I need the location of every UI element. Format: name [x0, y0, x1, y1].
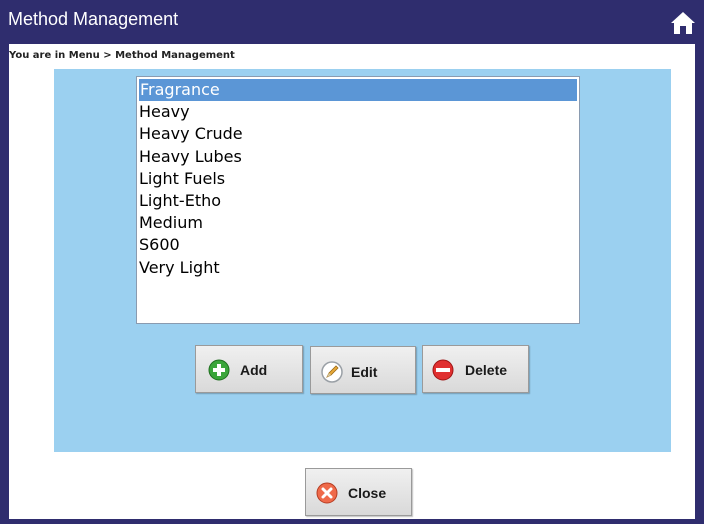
x-circle-icon	[316, 482, 338, 504]
list-item-fragrance[interactable]: Fragrance	[139, 79, 577, 102]
window-title: Method Management	[8, 9, 179, 29]
close-button-label: Close	[348, 485, 387, 501]
pencil-icon	[321, 361, 343, 383]
list-item-heavy[interactable]: Heavy	[137, 101, 579, 123]
add-button[interactable]: Add	[195, 345, 303, 393]
delete-button[interactable]: Delete	[422, 345, 529, 393]
home-icon	[671, 12, 695, 34]
list-item-heavy-lubes[interactable]: Heavy Lubes	[137, 146, 579, 168]
list-item-medium[interactable]: Medium	[137, 212, 579, 234]
close-button[interactable]: Close	[305, 468, 412, 516]
minus-circle-icon	[432, 359, 454, 381]
breadcrumb: You are in Menu > Method Management	[9, 50, 235, 61]
plus-circle-icon	[208, 359, 230, 381]
edit-button-label: Edit	[351, 364, 378, 380]
list-item-very-light[interactable]: Very Light	[137, 257, 579, 279]
list-item-heavy-crude[interactable]: Heavy Crude	[137, 123, 579, 145]
list-item-s600[interactable]: S600	[137, 234, 579, 256]
add-button-label: Add	[240, 362, 268, 378]
list-item-light-fuels[interactable]: Light Fuels	[137, 168, 579, 190]
title-bar: Method Management	[0, 0, 704, 44]
method-list[interactable]: Fragrance Heavy Heavy Crude Heavy Lubes …	[136, 76, 580, 324]
delete-button-label: Delete	[465, 362, 508, 378]
list-item-light-etho[interactable]: Light-Etho	[137, 190, 579, 212]
home-button[interactable]	[670, 10, 696, 36]
edit-button[interactable]: Edit	[310, 346, 416, 394]
